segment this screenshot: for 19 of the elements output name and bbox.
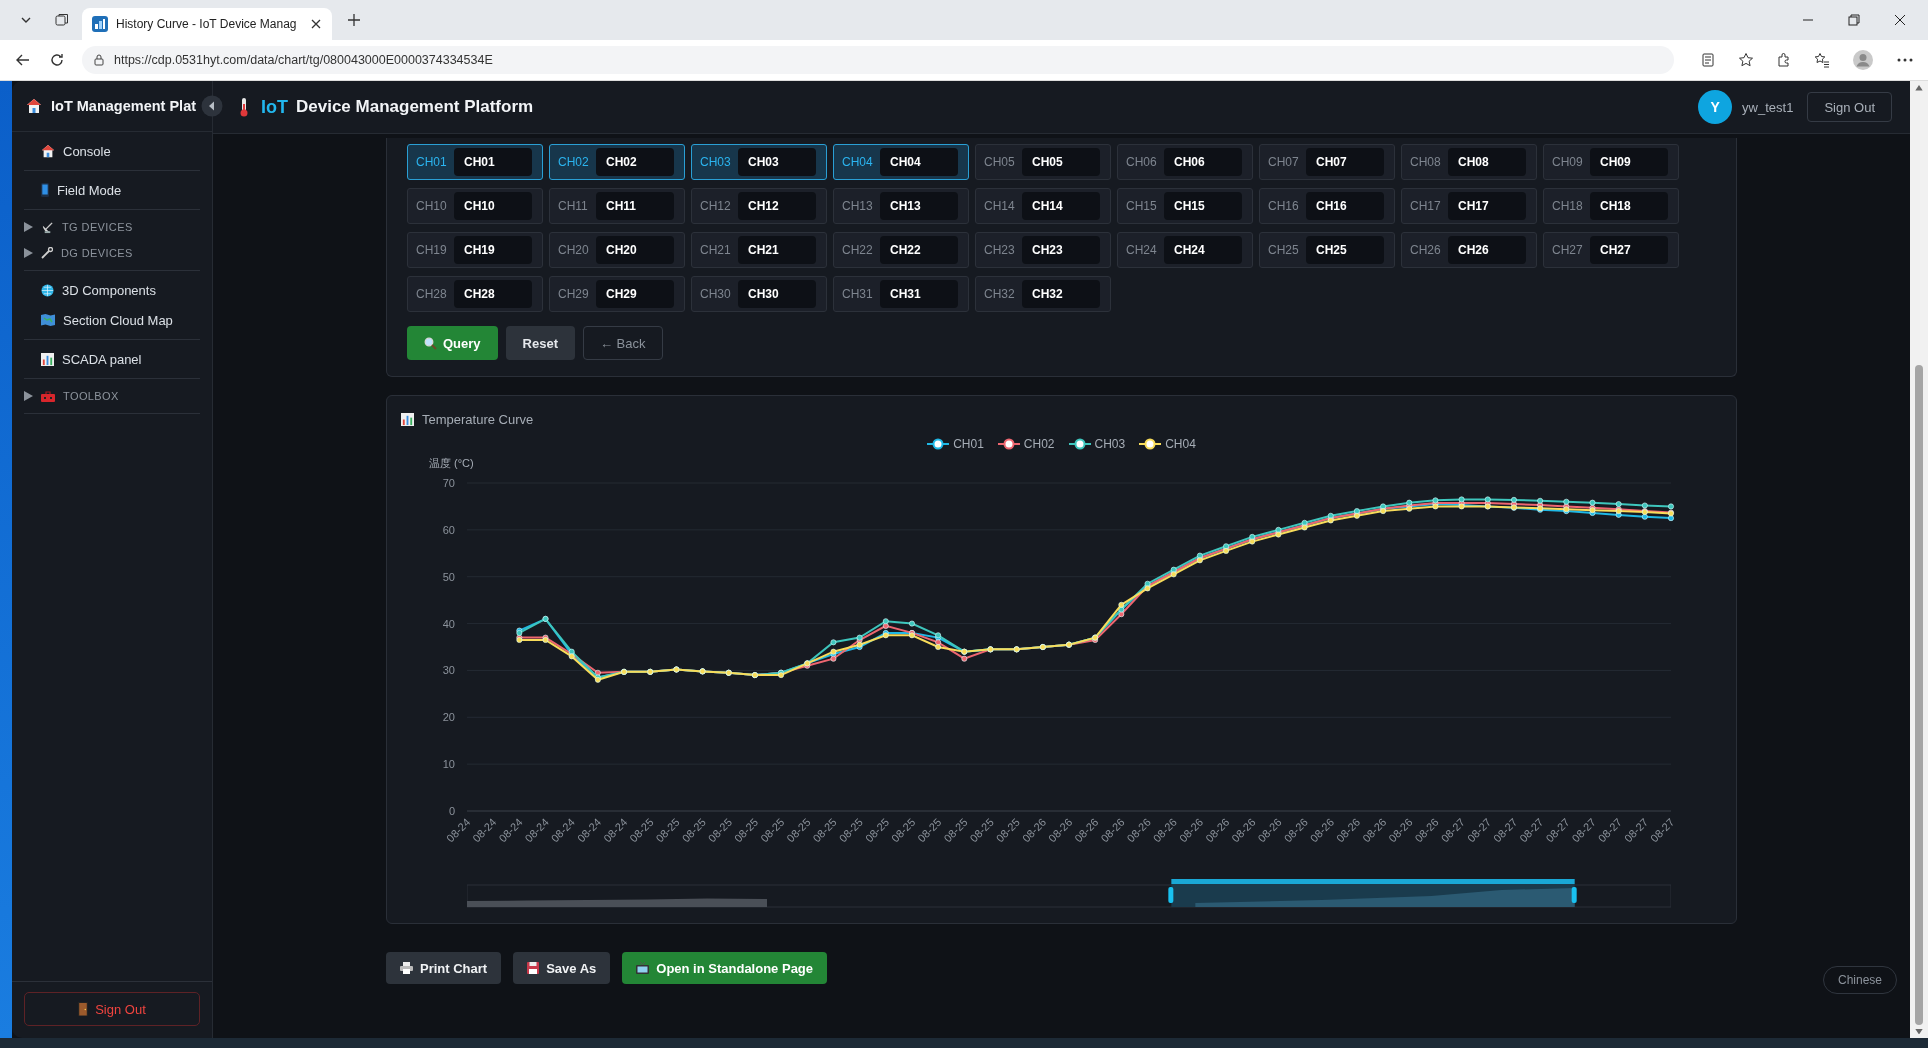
y-axis-label: 温度 (°C) bbox=[429, 457, 474, 469]
tab-title: History Curve - IoT Device Manag bbox=[116, 17, 298, 31]
y-tick-label: 0 bbox=[448, 805, 455, 817]
sidebar-title: IoT Management Plat bbox=[51, 98, 197, 114]
brand-logo-text: IoT bbox=[261, 96, 288, 118]
platform-title: Device Management Platform bbox=[296, 97, 534, 117]
y-tick-label: 60 bbox=[442, 523, 455, 536]
y-tick-label: 70 bbox=[442, 477, 455, 489]
legend-label: CH04 bbox=[1165, 437, 1196, 451]
y-tick-label: 30 bbox=[442, 664, 455, 677]
legend-label: CH02 bbox=[1023, 437, 1055, 451]
legend-label: CH03 bbox=[1094, 437, 1126, 451]
chart-title: Temperature Curve bbox=[422, 412, 534, 427]
y-tick-label: 40 bbox=[442, 617, 455, 630]
legend-label: CH01 bbox=[953, 437, 984, 451]
y-tick-label: 10 bbox=[442, 758, 455, 771]
username: yw_test1 bbox=[1742, 99, 1794, 115]
y-tick-label: 50 bbox=[442, 570, 455, 583]
y-tick-label: 20 bbox=[442, 711, 455, 724]
